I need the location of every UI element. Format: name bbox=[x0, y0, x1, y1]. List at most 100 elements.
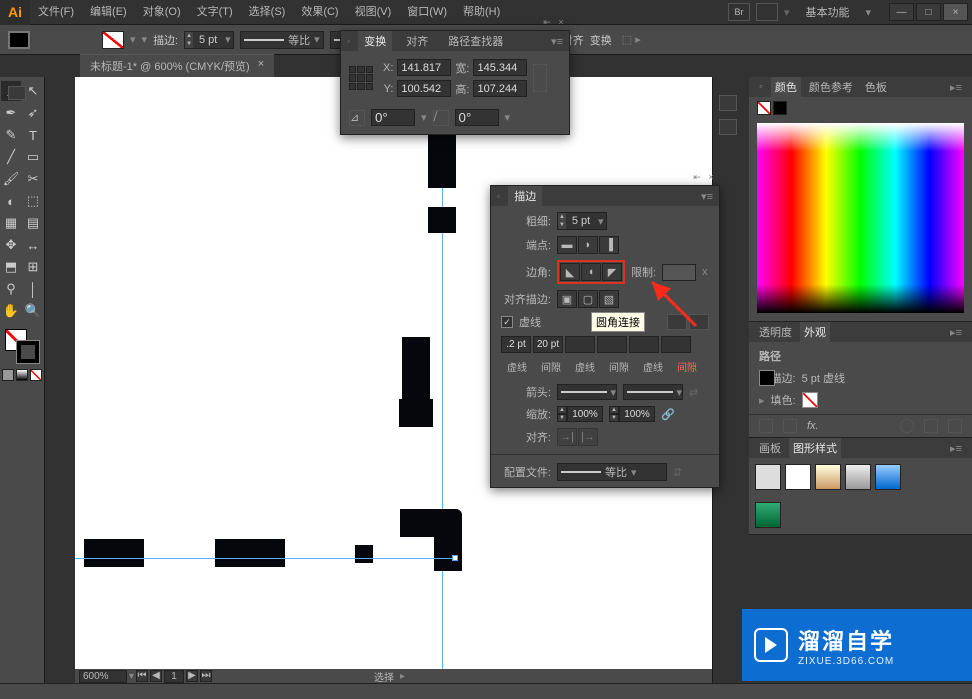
tool-mesh[interactable]: ⬒ bbox=[1, 257, 21, 277]
tool-free[interactable]: ▤ bbox=[23, 213, 43, 233]
tool-wand[interactable]: ➶ bbox=[23, 103, 43, 123]
tool-hand[interactable]: ✋ bbox=[1, 301, 21, 321]
transform-panel[interactable]: ⇤× ◦ 变换 对齐 路径查找器 ▾≡ X: 宽: Y: 高: ⊿ ▾ ⧸ ▾ bbox=[340, 30, 570, 135]
profile-combo[interactable]: 等比▾ bbox=[557, 463, 667, 481]
tool-type[interactable]: T bbox=[23, 125, 43, 145]
stroke-weight-field[interactable] bbox=[193, 34, 223, 46]
dash-preserve-icon[interactable] bbox=[667, 314, 687, 330]
fill-stroke-indicator[interactable] bbox=[5, 329, 39, 363]
tool-eyedrop[interactable]: ⚲ bbox=[1, 279, 21, 299]
gutter-icon[interactable] bbox=[8, 86, 26, 100]
art-shape[interactable] bbox=[355, 545, 373, 563]
color-spectrum[interactable] bbox=[757, 123, 964, 313]
join-round-icon[interactable]: ◖ bbox=[581, 263, 601, 281]
workspace-dd-icon[interactable]: ▾ bbox=[865, 6, 871, 19]
join-bevel-icon[interactable]: ◤ bbox=[602, 263, 622, 281]
menu-edit[interactable]: 编辑(E) bbox=[82, 0, 135, 25]
tool-gradient[interactable]: ⊞ bbox=[23, 257, 43, 277]
shear-input[interactable] bbox=[455, 109, 499, 126]
style-thumb[interactable] bbox=[845, 464, 871, 490]
stroke-label[interactable]: 描边: bbox=[153, 32, 178, 48]
stroke-panel-weight-field[interactable] bbox=[566, 215, 596, 227]
page-next-icon[interactable]: ▶ bbox=[186, 670, 198, 682]
dup-icon[interactable] bbox=[924, 419, 938, 433]
tab-graphic-styles[interactable]: 图形样式 bbox=[789, 438, 841, 458]
menu-object[interactable]: 对象(O) bbox=[135, 0, 189, 25]
tool-shape[interactable]: ✥ bbox=[1, 235, 21, 255]
tool-rect[interactable]: ▭ bbox=[23, 147, 43, 167]
fill-mini-swatch[interactable] bbox=[757, 101, 771, 115]
link-wh-icon[interactable] bbox=[533, 64, 547, 92]
tab-color-guide[interactable]: 颜色参考 bbox=[805, 77, 857, 97]
new-stroke-icon[interactable] bbox=[783, 419, 797, 433]
tool-line[interactable]: ╱ bbox=[1, 147, 21, 167]
tool-direct-select[interactable]: ↖ bbox=[23, 81, 43, 101]
gap-val-1[interactable] bbox=[533, 336, 563, 353]
style-thumb[interactable] bbox=[755, 502, 781, 528]
width-profile-combo[interactable]: 等比▾ bbox=[240, 31, 324, 49]
window-close[interactable]: × bbox=[943, 3, 968, 21]
menu-view[interactable]: 视图(V) bbox=[347, 0, 400, 25]
art-shape[interactable] bbox=[402, 337, 430, 399]
layout-icon[interactable] bbox=[756, 3, 778, 21]
tab-pathfinder[interactable]: 路径查找器 bbox=[442, 31, 509, 51]
panel-menu-icon[interactable]: ▸≡ bbox=[946, 79, 966, 96]
tab-transform[interactable]: 变换 bbox=[358, 31, 392, 51]
art-corner[interactable] bbox=[400, 509, 462, 574]
dash-align-icon[interactable] bbox=[689, 314, 709, 330]
tool-pencil[interactable]: ✎ bbox=[1, 125, 21, 145]
tab-swatches[interactable]: 色板 bbox=[861, 77, 891, 97]
page-prev-icon[interactable]: ◀ bbox=[150, 670, 162, 682]
swap-arrows-icon[interactable]: ⇄ bbox=[689, 386, 698, 399]
appearance-fill-swatch[interactable] bbox=[802, 392, 818, 408]
anchor-point[interactable] bbox=[452, 555, 458, 561]
dash-val-1[interactable] bbox=[501, 336, 531, 353]
link-scale-icon[interactable]: 🔗 bbox=[661, 408, 675, 421]
cap-round-icon[interactable]: ◗ bbox=[578, 236, 598, 254]
tool-brush[interactable]: 🖌 bbox=[1, 169, 21, 189]
tool-pen[interactable]: ✒ bbox=[1, 103, 21, 123]
document-tab[interactable]: 未标题-1* @ 600% (CMYK/预览) × bbox=[80, 54, 274, 77]
zoom-field[interactable]: 600% bbox=[79, 670, 127, 683]
tab-opacity[interactable]: 透明度 bbox=[755, 322, 796, 342]
panel-collapse-icon[interactable]: ⇤ bbox=[691, 172, 703, 184]
art-shape[interactable] bbox=[84, 539, 144, 567]
panel-menu-icon[interactable]: ▾≡ bbox=[701, 190, 713, 203]
window-max[interactable]: □ bbox=[916, 3, 941, 21]
dash-val-3[interactable] bbox=[629, 336, 659, 353]
panel-menu-icon[interactable]: ▸≡ bbox=[946, 324, 966, 341]
tab-artboards[interactable]: 画板 bbox=[755, 438, 785, 458]
panel-close-icon[interactable]: × bbox=[555, 17, 567, 29]
dash-val-2[interactable] bbox=[565, 336, 595, 353]
style-thumb[interactable] bbox=[785, 464, 811, 490]
panel-menu-icon[interactable]: ▸≡ bbox=[946, 440, 966, 457]
h-input[interactable] bbox=[473, 80, 527, 97]
tool-width[interactable]: ▦ bbox=[1, 213, 21, 233]
arrow-start-combo[interactable]: ▾ bbox=[557, 384, 617, 400]
tab-align[interactable]: 对齐 bbox=[400, 31, 434, 51]
fill-swatch[interactable] bbox=[102, 31, 124, 49]
y-input[interactable] bbox=[397, 80, 451, 97]
tool-perspective[interactable]: ↔ bbox=[23, 235, 43, 255]
align-center-icon[interactable]: ▣ bbox=[557, 290, 577, 308]
tool-slice[interactable]: │ bbox=[23, 279, 43, 299]
menu-type[interactable]: 文字(T) bbox=[189, 0, 241, 25]
window-min[interactable]: — bbox=[889, 3, 914, 21]
tool-scale[interactable]: ⬚ bbox=[23, 191, 43, 211]
scale-start-input[interactable] bbox=[567, 406, 603, 422]
rotate-input[interactable] bbox=[371, 109, 415, 126]
stroke-swatch[interactable] bbox=[8, 31, 30, 49]
menu-help[interactable]: 帮助(H) bbox=[455, 0, 508, 25]
join-miter-icon[interactable]: ◣ bbox=[560, 263, 580, 281]
dock-icon[interactable] bbox=[719, 119, 737, 135]
art-shape[interactable] bbox=[399, 399, 433, 427]
none-mode-icon[interactable] bbox=[30, 369, 42, 381]
color-mode-icon[interactable] bbox=[2, 369, 14, 381]
art-shape[interactable] bbox=[215, 539, 285, 567]
stroke-panel-weight[interactable]: ▲▼ ▾ bbox=[557, 212, 607, 230]
stroke-weight-input[interactable]: ▲▼ ▾ bbox=[184, 31, 234, 49]
tool-rotate[interactable]: ◐ bbox=[1, 191, 21, 211]
gradient-mode-icon[interactable] bbox=[16, 369, 28, 381]
arrow-end-combo[interactable]: ▾ bbox=[623, 384, 683, 400]
trash-icon[interactable] bbox=[948, 419, 962, 433]
